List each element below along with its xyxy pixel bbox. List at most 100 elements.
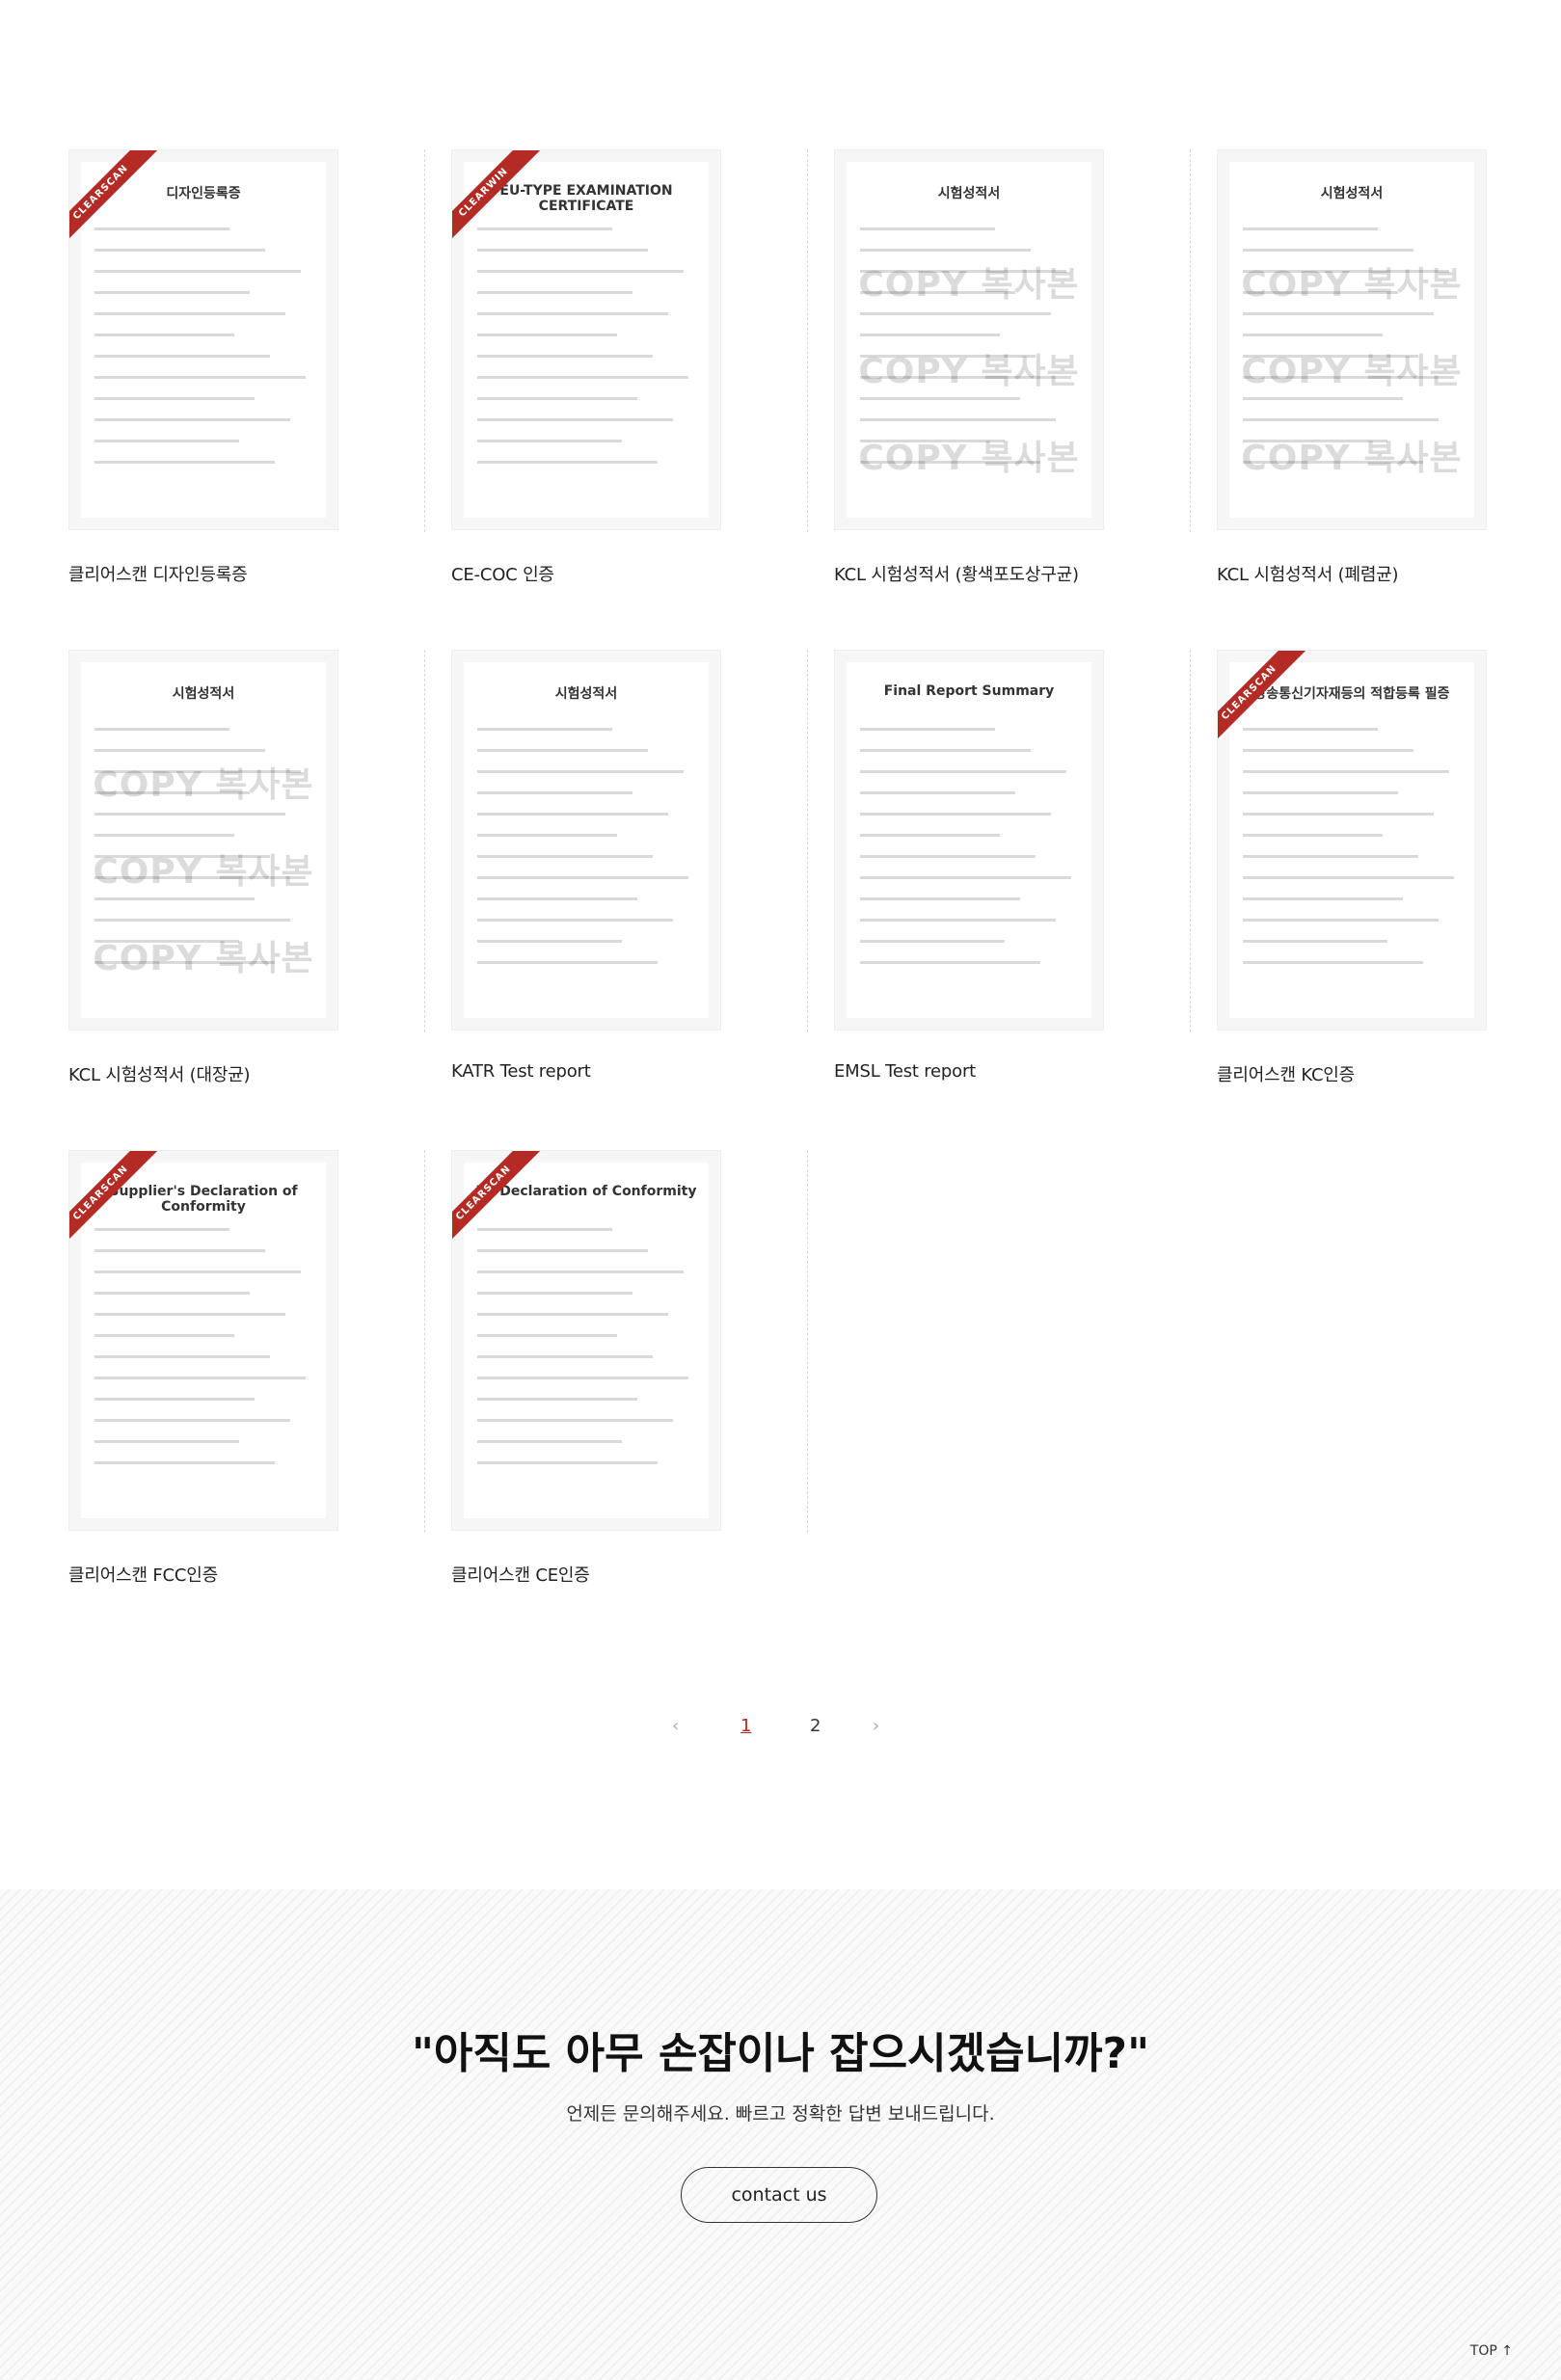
certificate-caption[interactable]: 클리어스캔 FCC인증 — [68, 1562, 425, 1587]
certificate-caption[interactable]: KCL 시험성적서 (대장균) — [68, 1061, 425, 1086]
certificate-card[interactable]: 디자인등록증 CLEARSCAN 클리어스캔 디자인등록증 — [42, 149, 425, 650]
pagination-prev-button[interactable]: ‹ — [672, 1716, 679, 1736]
certificate-text-line — [477, 1461, 658, 1464]
certificate-text-line — [860, 249, 1031, 252]
certificate-text-line — [1243, 312, 1434, 315]
certificate-text-line — [94, 418, 290, 421]
pagination-page-1[interactable]: 1 — [740, 1716, 751, 1736]
certificate-thumbnail[interactable]: 디자인등록증 CLEARSCAN — [68, 149, 338, 530]
certificate-text-line — [1243, 728, 1378, 731]
certificate-card[interactable]: 시험성적서 COPY 복사본 COPY 복사본 COPY 복사본 KCL 시험성적서 (… — [1191, 149, 1561, 650]
certificate-text-line — [477, 249, 648, 252]
certificate-card[interactable]: 시험성적서 COPY 복사본 COPY 복사본 COPY 복사본 KCL 시험성적서 (… — [42, 650, 425, 1150]
certificate-text-line — [1243, 227, 1378, 230]
certificate-text-line — [477, 312, 668, 315]
certificate-card[interactable]: Final Report Summary EMSL Test report — [808, 650, 1191, 1150]
certificate-text-line — [94, 1228, 229, 1231]
certificate-thumbnail[interactable]: 시험성적서 COPY 복사본 COPY 복사본 COPY 복사본 — [1217, 149, 1487, 530]
certificate-card[interactable]: 시험성적서 KATR Test report — [425, 650, 808, 1150]
pagination-next-button[interactable]: › — [873, 1716, 879, 1736]
watermark-text: COPY 복사본 — [1241, 439, 1463, 478]
certificate-text-line — [1243, 940, 1387, 943]
certificate-text-line — [477, 834, 617, 837]
certificate-card[interactable]: 방송통신기자재등의 적합등록 필증 CLEARSCAN 클리어스캔 KC인증 — [1191, 650, 1561, 1150]
certificate-paper — [847, 662, 1091, 1018]
certificate-caption[interactable]: 클리어스캔 KC인증 — [1217, 1061, 1561, 1086]
certificate-text-line — [860, 876, 1071, 879]
certificate-grid: 디자인등록증 CLEARSCAN 클리어스캔 디자인등록증 EU-TYPE EXAMI… — [42, 149, 1543, 1650]
certificate-text-line — [1243, 418, 1439, 421]
certificate-text-line — [860, 418, 1056, 421]
certificate-caption[interactable]: KCL 시험성적서 (황색포도상구균) — [834, 561, 1191, 586]
certificate-text-line — [94, 1249, 265, 1252]
certificate-text-line — [477, 791, 632, 794]
certificate-text-line — [860, 897, 1020, 900]
certificate-text-line — [477, 749, 648, 752]
certificate-text-line — [860, 791, 1015, 794]
certificate-text-line — [477, 291, 632, 294]
certificate-text-line — [94, 1355, 270, 1358]
certificate-text-line — [477, 440, 622, 442]
certificate-text-line — [477, 1334, 617, 1337]
pagination-page-2[interactable]: 2 — [810, 1716, 821, 1736]
certificate-thumbnail[interactable]: 시험성적서 — [451, 650, 721, 1030]
certificate-text-line — [477, 334, 617, 336]
certificate-text-line — [94, 291, 250, 294]
certificate-card[interactable]: Supplier's Declaration of Conformity CLEA… — [42, 1150, 425, 1650]
certificate-text-line — [477, 813, 668, 816]
certificate-paper — [1229, 662, 1474, 1018]
certificate-thumbnail[interactable]: Supplier's Declaration of Conformity CLEA… — [68, 1150, 338, 1531]
certificate-text-line — [477, 1313, 668, 1316]
certificate-text-line — [1243, 834, 1383, 837]
scroll-top-button[interactable]: TOP ↑ — [1470, 2343, 1513, 2359]
certificate-text-line — [94, 249, 265, 252]
certificate-text-line — [477, 418, 673, 421]
certificate-text-line — [860, 855, 1036, 858]
certificate-text-line — [477, 376, 688, 379]
certificate-thumbnail[interactable]: 방송통신기자재등의 적합등록 필증 CLEARSCAN — [1217, 650, 1487, 1030]
certificate-doc-title: 시험성적서 — [1320, 186, 1384, 201]
certificate-thumbnail[interactable]: EU-TYPE EXAMINATION CERTIFICATE CLEARWIN — [451, 149, 721, 530]
certificate-text-line — [477, 728, 612, 731]
certificate-text-line — [94, 749, 265, 752]
certificate-text-line — [1243, 855, 1418, 858]
certificate-text-line — [860, 728, 995, 731]
certificate-doc-title: 시험성적서 — [937, 186, 1001, 201]
certificate-thumbnail[interactable]: EC Declaration of Conformity CLEARSCAN — [451, 1150, 721, 1531]
certificate-card[interactable]: 시험성적서 COPY 복사본 COPY 복사본 COPY 복사본 KCL 시험성적서 (… — [808, 149, 1191, 650]
certificate-text-line — [477, 940, 622, 943]
certificate-doc-title: Final Report Summary — [883, 683, 1055, 699]
certificate-thumbnail[interactable]: 시험성적서 COPY 복사본 COPY 복사본 COPY 복사본 — [68, 650, 338, 1030]
certificate-text-line — [477, 1228, 612, 1231]
certificate-text-line — [860, 749, 1031, 752]
certificate-text-line — [860, 397, 1020, 400]
certificate-caption[interactable]: 클리어스캔 디자인등록증 — [68, 561, 425, 586]
certificate-caption[interactable]: 클리어스캔 CE인증 — [451, 1562, 808, 1587]
certificate-card[interactable]: EU-TYPE EXAMINATION CERTIFICATE CLEARWIN C… — [425, 149, 808, 650]
certificate-thumbnail[interactable]: Final Report Summary — [834, 650, 1104, 1030]
certificate-card[interactable]: EC Declaration of Conformity CLEARSCAN 클리어… — [425, 1150, 808, 1650]
certificate-text-line — [94, 1292, 250, 1295]
watermark-text: COPY 복사본 — [858, 352, 1080, 391]
watermark-text: COPY 복사본 — [93, 939, 314, 978]
pagination: ‹ 1 2 › — [0, 1716, 1561, 1745]
certificate-text-line — [477, 855, 653, 858]
certificate-text-line — [1243, 813, 1434, 816]
certificate-text-line — [94, 1398, 255, 1401]
cta-headline: "아직도 아무 손잡이나 잡으시겠습니까?" — [411, 2029, 1149, 2078]
certificate-text-line — [860, 312, 1051, 315]
certificate-caption[interactable]: KCL 시험성적서 (폐렴균) — [1217, 561, 1561, 586]
certificate-text-line — [94, 919, 290, 922]
certificate-text-line — [477, 1398, 637, 1401]
certificate-text-line — [860, 834, 1000, 837]
certificate-caption[interactable]: CE-COC 인증 — [451, 561, 808, 586]
contact-us-button[interactable]: contact us — [681, 2167, 877, 2223]
certificate-text-line — [860, 919, 1056, 922]
certificate-text-line — [477, 1292, 632, 1295]
watermark-text: COPY 복사본 — [1241, 265, 1463, 305]
certificate-caption[interactable]: KATR Test report — [451, 1061, 808, 1082]
certificate-thumbnail[interactable]: 시험성적서 COPY 복사본 COPY 복사본 COPY 복사본 — [834, 149, 1104, 530]
certificate-text-line — [1243, 961, 1423, 964]
certificate-text-line — [477, 1355, 653, 1358]
certificate-caption[interactable]: EMSL Test report — [834, 1061, 1191, 1082]
